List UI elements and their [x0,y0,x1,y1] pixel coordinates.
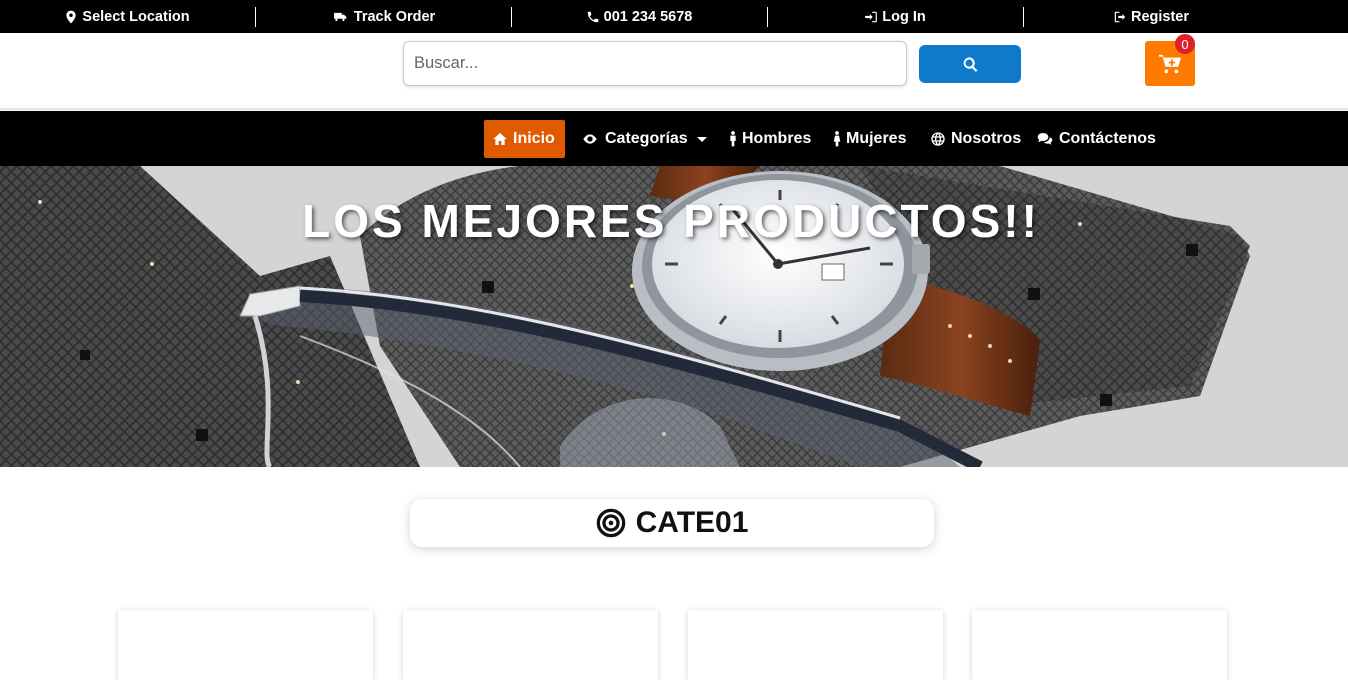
eye-icon [583,134,597,144]
cart-count-badge: 0 [1175,34,1195,54]
select-location-label: Select Location [82,8,190,25]
search-icon [963,56,977,72]
category-heading: CATE01 [410,499,934,547]
nav-contactenos-label: Contáctenos [1059,130,1156,147]
nav-mujeres-label: Mujeres [846,130,907,147]
search-button[interactable] [919,45,1021,83]
male-icon [730,131,736,147]
phone-number: 001 234 5678 [603,8,693,25]
comments-icon [1037,133,1053,145]
track-order-link[interactable]: Track Order [256,0,510,33]
product-card[interactable] [118,610,373,680]
top-bar: Select Location Track Order 001 234 5678… [0,0,1348,33]
nav-categorias-label: Categorías [605,130,688,147]
login-label: Log In [882,8,926,25]
nav-categorias[interactable]: Categorías [572,120,715,158]
cart-plus-icon [1159,54,1181,73]
nav-hombres[interactable]: Hombres [721,120,819,158]
main-nav: Inicio Categorías Hombres Mujeres Nosotr… [0,111,1348,166]
nav-inicio[interactable]: Inicio [484,120,565,158]
track-order-label: Track Order [353,8,436,25]
login-link[interactable]: Log In [768,0,1022,33]
sign-in-icon [865,11,878,22]
register-link[interactable]: Register [1024,0,1278,33]
globe-icon [931,132,945,146]
sign-out-icon [1114,11,1126,22]
product-card[interactable] [403,610,658,680]
category-title: CATE01 [635,506,749,539]
hero-banner: LOS MEJORES PRODUCTOS!! [0,166,1348,467]
nav-inicio-label: Inicio [513,130,555,147]
nav-contactenos[interactable]: Contáctenos [1028,120,1164,158]
hero-title: LOS MEJORES PRODUCTOS!! [302,195,1040,247]
nav-hombres-label: Hombres [742,130,812,147]
chevron-down-icon [696,136,707,142]
register-label: Register [1130,8,1190,25]
header: 0 [0,33,1348,109]
phone-link[interactable]: 001 234 5678 [512,0,766,33]
home-icon [493,133,507,145]
product-card[interactable] [688,610,943,680]
female-icon [833,131,841,147]
bullseye-icon [596,508,625,538]
map-marker-icon [66,10,77,23]
nav-nosotros-label: Nosotros [951,130,1022,147]
nav-mujeres[interactable]: Mujeres [825,120,914,158]
nav-nosotros[interactable]: Nosotros [922,120,1029,158]
phone-icon [587,11,598,22]
product-card[interactable] [972,610,1227,680]
search-input[interactable] [403,41,907,86]
select-location-link[interactable]: Select Location [0,0,254,33]
truck-icon [333,12,347,21]
